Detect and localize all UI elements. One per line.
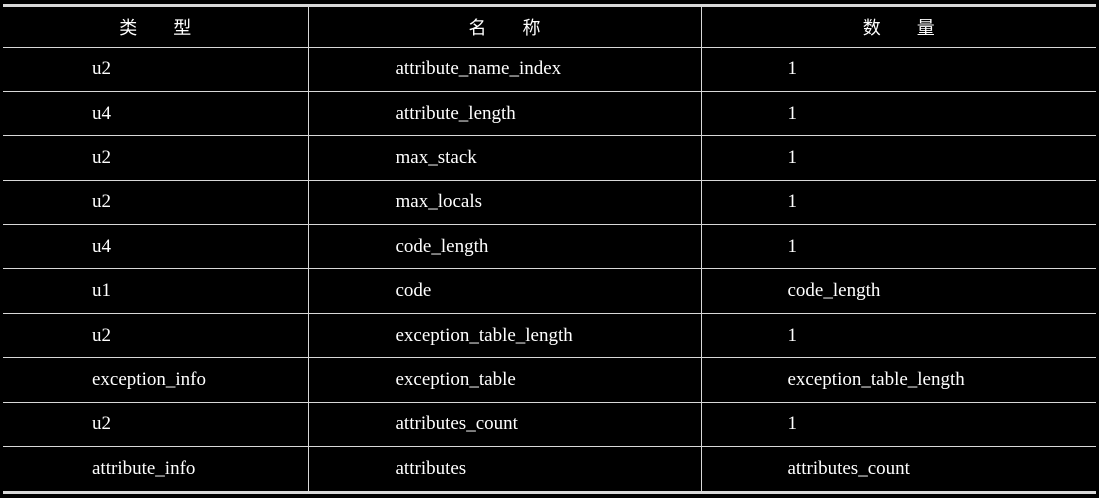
cell-count: exception_table_length <box>700 357 1096 403</box>
cell-type: u2 <box>3 179 309 226</box>
header-count: 数量 <box>700 7 1096 48</box>
cell-type: u4 <box>3 224 309 270</box>
cell-count: 1 <box>700 135 1096 181</box>
cell-count: 1 <box>700 401 1096 448</box>
table-row: u2 exception_table_length 1 <box>3 312 1096 359</box>
cell-count: 1 <box>700 46 1096 92</box>
table-row: u2 max_locals 1 <box>3 179 1096 226</box>
cell-type: u1 <box>3 268 309 314</box>
cell-name: attributes_count <box>307 401 702 448</box>
table-row: u4 attribute_length 1 <box>3 90 1096 137</box>
table-row: u2 max_stack 1 <box>3 135 1096 181</box>
cell-count: 1 <box>700 179 1096 226</box>
cell-type: u2 <box>3 401 309 448</box>
table-row: u4 code_length 1 <box>3 224 1096 270</box>
cell-count: 1 <box>700 312 1096 359</box>
header-name: 名称 <box>307 7 702 48</box>
cell-name: exception_table_length <box>307 312 702 359</box>
table-row: u1 code code_length <box>3 268 1096 314</box>
code-attribute-table: 类型 名称 数量 u2 attribute_name_index 1 u4 at… <box>3 4 1096 494</box>
cell-name: attribute_name_index <box>307 46 702 92</box>
cell-type: u2 <box>3 46 309 92</box>
cell-count: 1 <box>700 90 1096 137</box>
cell-count: code_length <box>700 268 1096 314</box>
table-row: attribute_info attributes attributes_cou… <box>3 446 1096 491</box>
table-row: u2 attributes_count 1 <box>3 401 1096 448</box>
cell-type: u2 <box>3 312 309 359</box>
cell-type: attribute_info <box>3 446 309 491</box>
cell-count: 1 <box>700 224 1096 270</box>
cell-type: u4 <box>3 90 309 137</box>
cell-name: attribute_length <box>307 90 702 137</box>
cell-name: code <box>307 268 702 314</box>
cell-name: attributes <box>307 446 702 491</box>
header-row: 类型 名称 数量 <box>3 7 1096 48</box>
header-type: 类型 <box>3 7 309 48</box>
cell-type: exception_info <box>3 357 309 403</box>
cell-name: code_length <box>307 224 702 270</box>
table-row: exception_info exception_table exception… <box>3 357 1096 403</box>
cell-name: max_locals <box>307 179 702 226</box>
cell-type: u2 <box>3 135 309 181</box>
table: 类型 名称 数量 u2 attribute_name_index 1 u4 at… <box>3 7 1096 491</box>
cell-name: max_stack <box>307 135 702 181</box>
cell-count: attributes_count <box>700 446 1096 491</box>
table-row: u2 attribute_name_index 1 <box>3 46 1096 92</box>
cell-name: exception_table <box>307 357 702 403</box>
